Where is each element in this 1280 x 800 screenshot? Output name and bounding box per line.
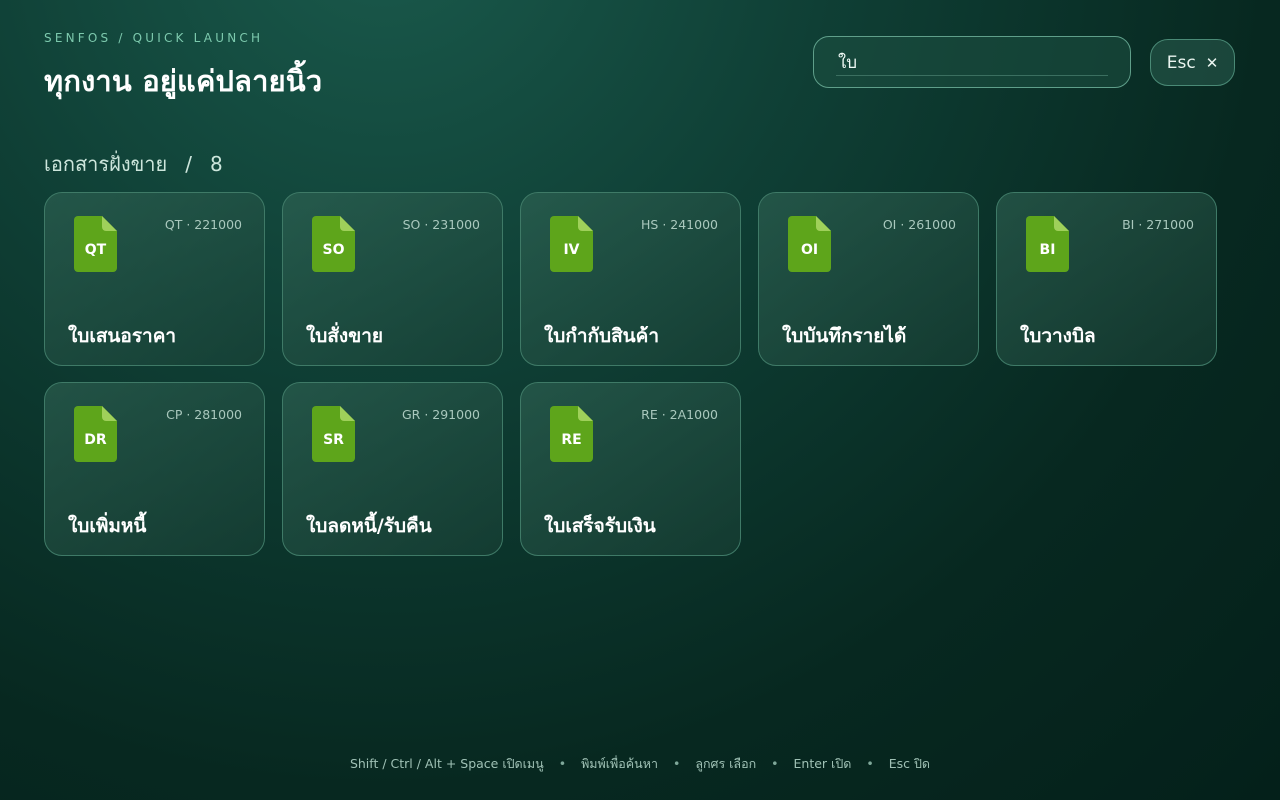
page-title: ทุกงาน อยู่แค่ปลายนิ้ว <box>44 64 323 98</box>
document-label: ใบเสร็จรับเงิน <box>544 515 656 537</box>
document-type-abbr: IV <box>563 242 580 258</box>
section-title: เอกสารฝั่งขาย <box>44 152 168 176</box>
document-label: ใบกำกับสินค้า <box>544 325 660 347</box>
hint-separator: • <box>672 756 681 771</box>
document-label: ใบเพิ่มหนี้ <box>68 515 147 537</box>
hint-esc: Esc ปิด <box>888 756 931 771</box>
hint-open-menu: Shift / Ctrl / Alt + Space เปิดเมนู <box>349 756 544 771</box>
close-icon: ✕ <box>1205 53 1219 72</box>
document-label: ใบสั่งขาย <box>306 325 384 347</box>
hint-separator: • <box>771 756 779 771</box>
document-card[interactable]: RE RE · 2A1000 ใบเสร็จรับเงิน <box>520 382 741 556</box>
document-type-abbr: SO <box>322 242 345 258</box>
document-card[interactable]: OI OI · 261000 ใบบันทึกรายได้ <box>758 192 979 366</box>
section-heading: เอกสารฝั่งขาย / 8 <box>44 148 223 180</box>
document-code: BI · 271000 <box>1122 217 1194 232</box>
document-code: HS · 241000 <box>641 217 718 232</box>
hint-enter: Enter เปิด <box>793 756 852 771</box>
document-file-icon: IV <box>550 216 593 272</box>
document-type-abbr: OI <box>800 242 819 258</box>
hint-separator: • <box>866 756 874 771</box>
document-type-abbr: DR <box>84 432 107 448</box>
document-label: ใบบันทึกรายได้ <box>782 325 907 347</box>
section-count: 8 <box>210 152 223 176</box>
document-file-icon: RE <box>550 406 593 462</box>
close-button-label: Esc <box>1166 52 1196 73</box>
document-code: QT · 221000 <box>164 217 242 232</box>
document-file-icon: OI <box>788 216 831 272</box>
hint-search: พิมพ์เพื่อค้นหา <box>581 756 658 771</box>
document-file-icon: DR <box>74 406 117 462</box>
document-file-icon: QT <box>74 216 117 272</box>
search-input[interactable] <box>836 51 1100 73</box>
document-type-abbr: BI <box>1039 242 1056 258</box>
document-grid: QT QT · 221000 ใบเสนอราคา SO SO · 231000 ใบสั… <box>44 192 1217 556</box>
document-type-abbr: SR <box>323 432 344 448</box>
search-underline <box>836 75 1108 76</box>
document-code: CP · 281000 <box>166 407 242 422</box>
document-type-abbr: QT <box>84 242 107 258</box>
document-file-icon: BI <box>1026 216 1069 272</box>
app-eyebrow: SENFOS / QUICK LAUNCH <box>44 31 264 45</box>
hint-select: ลูกศร เลือก <box>695 756 757 771</box>
hint-separator: • <box>558 756 567 771</box>
document-code: SO · 231000 <box>402 217 480 232</box>
document-card[interactable]: QT QT · 221000 ใบเสนอราคา <box>44 192 265 366</box>
document-card[interactable]: IV HS · 241000 ใบกำกับสินค้า <box>520 192 741 366</box>
keyboard-hints: Shift / Ctrl / Alt + Space เปิดเมนู • พิ… <box>0 754 1280 774</box>
document-label: ใบเสนอราคา <box>68 325 177 347</box>
section-divider: / <box>185 152 192 176</box>
search-box[interactable] <box>813 36 1131 88</box>
document-code: GR · 291000 <box>401 407 480 422</box>
document-file-icon: SR <box>312 406 355 462</box>
document-card[interactable]: BI BI · 271000 ใบวางบิล <box>996 192 1217 366</box>
document-card[interactable]: DR CP · 281000 ใบเพิ่มหนี้ <box>44 382 265 556</box>
document-code: OI · 261000 <box>882 217 956 232</box>
close-button[interactable]: Esc ✕ <box>1150 39 1235 86</box>
document-type-abbr: RE <box>561 432 582 448</box>
document-label: ใบลดหนี้/รับคืน <box>306 515 432 537</box>
document-code: RE · 2A1000 <box>641 407 718 422</box>
document-file-icon: SO <box>312 216 355 272</box>
document-card[interactable]: SR GR · 291000 ใบลดหนี้/รับคืน <box>282 382 503 556</box>
document-card[interactable]: SO SO · 231000 ใบสั่งขาย <box>282 192 503 366</box>
document-label: ใบวางบิล <box>1020 325 1096 347</box>
